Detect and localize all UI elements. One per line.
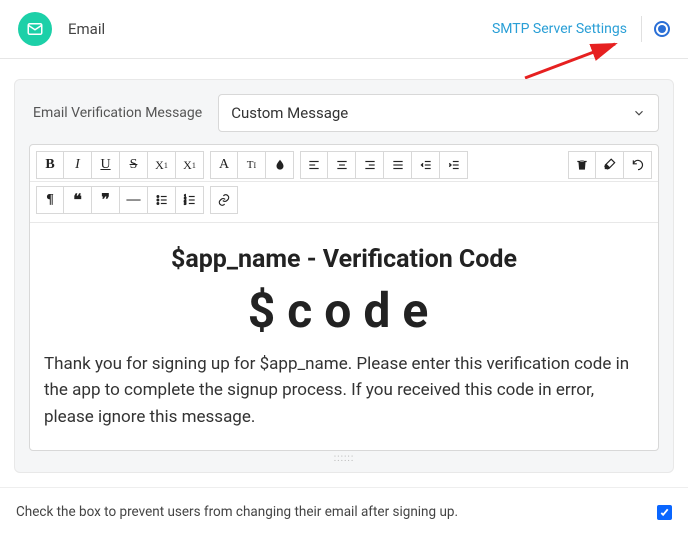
- superscript-button[interactable]: X1: [148, 151, 176, 179]
- quote-left-button[interactable]: ❝: [64, 186, 92, 214]
- enable-radio[interactable]: [654, 21, 670, 37]
- check-icon: [659, 507, 670, 518]
- separator: [641, 16, 642, 42]
- quote-right-button[interactable]: ❞: [92, 186, 120, 214]
- bold-button[interactable]: B: [36, 151, 64, 179]
- template-heading: $app_name - Verification Code: [44, 245, 644, 274]
- eraser-icon: [603, 158, 617, 172]
- template-code: $code: [44, 282, 644, 339]
- footer-row: Check the box to prevent users from chan…: [0, 487, 688, 532]
- subscript-button[interactable]: X1: [176, 151, 204, 179]
- page-title: Email: [68, 20, 492, 38]
- align-right-button[interactable]: [356, 151, 384, 179]
- select-value: Custom Message: [231, 104, 348, 122]
- strikethrough-button[interactable]: S: [120, 151, 148, 179]
- header: Email SMTP Server Settings: [0, 0, 688, 59]
- link-icon: [217, 193, 231, 207]
- align-center-button[interactable]: [328, 151, 356, 179]
- indent-button[interactable]: [440, 151, 468, 179]
- trash-icon: [575, 158, 589, 172]
- ordered-list-button[interactable]: 123: [176, 186, 204, 214]
- align-justify-button[interactable]: [384, 151, 412, 179]
- align-left-button[interactable]: [300, 151, 328, 179]
- editor-content-area[interactable]: $app_name - Verification Code $code Than…: [30, 223, 658, 450]
- verification-message-panel: Email Verification Message Custom Messag…: [14, 79, 674, 473]
- delete-button[interactable]: [568, 151, 596, 179]
- underline-button[interactable]: U: [92, 151, 120, 179]
- horizontal-rule-button[interactable]: —: [120, 186, 148, 214]
- resize-handle[interactable]: ::::::: [29, 451, 659, 464]
- outdent-button[interactable]: [412, 151, 440, 179]
- paragraph-button[interactable]: ¶: [36, 186, 64, 214]
- text-color-button[interactable]: [266, 151, 294, 179]
- font-family-button[interactable]: A: [210, 151, 238, 179]
- rich-text-editor: B I U S X1 X1 A TI: [29, 144, 659, 451]
- template-body: Thank you for signing up for $app_name. …: [44, 351, 644, 430]
- smtp-settings-link[interactable]: SMTP Server Settings: [492, 21, 627, 37]
- editor-toolbar: B I U S X1 X1 A TI: [30, 145, 658, 182]
- undo-button[interactable]: [624, 151, 652, 179]
- editor-toolbar-row2: ¶ ❝ ❞ — 123: [30, 182, 658, 223]
- chevron-down-icon: [632, 106, 646, 120]
- mail-icon: [18, 12, 52, 46]
- footer-text: Check the box to prevent users from chan…: [16, 504, 458, 520]
- unordered-list-button[interactable]: [148, 186, 176, 214]
- link-button[interactable]: [210, 186, 238, 214]
- italic-button[interactable]: I: [64, 151, 92, 179]
- undo-icon: [631, 158, 645, 172]
- message-type-select[interactable]: Custom Message: [218, 94, 659, 132]
- field-label: Email Verification Message: [29, 105, 202, 121]
- prevent-email-change-checkbox[interactable]: [657, 505, 672, 520]
- svg-text:3: 3: [184, 201, 186, 206]
- font-size-button[interactable]: TI: [238, 151, 266, 179]
- droplet-icon: [273, 158, 287, 172]
- eraser-button[interactable]: [596, 151, 624, 179]
